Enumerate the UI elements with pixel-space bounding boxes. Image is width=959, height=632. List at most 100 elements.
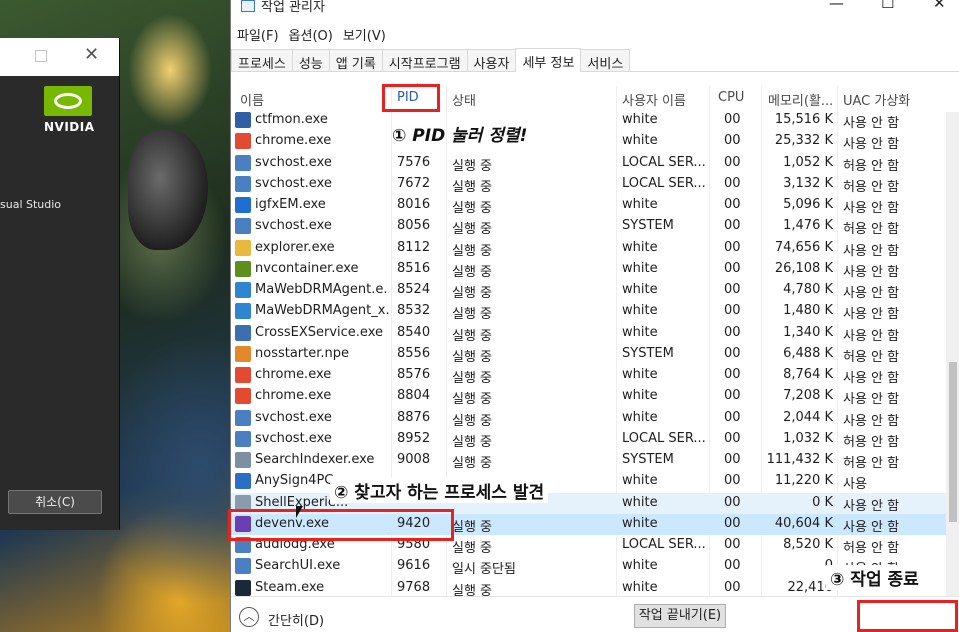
cell-user: LOCAL SER...: [622, 154, 706, 170]
column-header-uac[interactable]: UAC 가상화: [843, 90, 910, 109]
table-row[interactable]: svchost.exe 8952 실행 중 LOCAL SER... 00 1,032 K…: [231, 429, 946, 450]
cell-name: svchost.exe: [255, 430, 332, 446]
svchost-icon: [235, 175, 251, 192]
nvidia-brand-text: NVIDIA: [44, 120, 95, 134]
cell-memory: 2,044 K: [783, 409, 833, 425]
cell-cpu: 00: [724, 579, 741, 595]
minimize-button[interactable]: —: [829, 0, 844, 12]
end-task-button[interactable]: 작업 끝내기(E): [634, 604, 726, 628]
table-row[interactable]: svchost.exe 8876 실행 중 white 00 2,044 K 사용 안 함: [231, 408, 946, 429]
column-header-name[interactable]: 이름: [240, 90, 264, 109]
table-row[interactable]: svchost.exe 7672 실행 중 LOCAL SER... 00 3,132 K…: [231, 174, 946, 195]
parrot-beak-shape: [128, 130, 208, 250]
cell-cpu: 00: [724, 367, 741, 382]
cell-cpu: 00: [724, 452, 741, 467]
cell-memory: 15,516 K: [774, 112, 833, 127]
table-row[interactable]: explorer.exe 8112 실행 중 white 00 74,656 K 사용 안 …: [231, 238, 946, 259]
column-header-cpu[interactable]: CPU: [718, 90, 744, 105]
tab-details[interactable]: 세부 정보: [515, 48, 582, 72]
cell-uac: 허용 안 함: [843, 434, 900, 450]
cell-status: 실행 중: [452, 456, 493, 471]
tab-startup[interactable]: 시작프로그램: [381, 49, 468, 72]
table-row[interactable]: nosstarter.npe 8556 실행 중 SYSTEM 00 6,488 K 허용 …: [231, 344, 946, 365]
cell-pid: 8516: [397, 260, 431, 276]
cell-pid: 8576: [397, 367, 431, 382]
cell-user: white: [622, 260, 658, 276]
cell-name: ctfmon.exe: [255, 112, 328, 127]
svchost-icon: [235, 154, 251, 171]
cell-user: white: [622, 303, 658, 319]
cell-status: 실행 중: [452, 434, 493, 450]
cell-cpu: 00: [724, 324, 741, 340]
close-button[interactable]: ✕: [933, 0, 946, 12]
cell-user: white: [622, 282, 658, 297]
tab-performance[interactable]: 성능: [291, 49, 330, 72]
cell-status: 실행 중: [452, 264, 493, 280]
cell-memory: 111,432 K: [766, 452, 833, 467]
cell-name: SearchIndexer.exe: [255, 452, 375, 467]
maximize-button[interactable]: ☐: [881, 0, 894, 12]
cell-pid: 8524: [397, 282, 431, 297]
cell-pid: 8952: [397, 430, 431, 446]
column-header-memory[interactable]: 메모리(활...: [768, 90, 833, 109]
cell-cpu: 00: [724, 282, 741, 297]
annotation-step3: ③ 작업 종료: [826, 565, 923, 590]
vertical-scrollbar[interactable]: [946, 112, 959, 596]
table-row[interactable]: svchost.exe 8056 실행 중 SYSTEM 00 1,476 K 허용 안 함: [231, 216, 946, 237]
table-row[interactable]: SearchIndexer.exe 9008 실행 중 SYSTEM 00 111,432…: [231, 450, 946, 471]
tab-processes[interactable]: 프로세스: [231, 49, 293, 72]
footer-bar: ︿ 간단히(D): [231, 596, 959, 632]
cell-cpu: 00: [724, 473, 741, 489]
table-row[interactable]: nvcontainer.exe 8516 실행 중 white 00 26,108 K 사용…: [231, 259, 946, 280]
service-icon: [235, 324, 251, 341]
cell-name: chrome.exe: [255, 388, 332, 404]
table-row[interactable]: chrome.exe 8576 실행 중 white 00 8,764 K 사용 안 함: [231, 365, 946, 386]
tab-users[interactable]: 사용자: [466, 49, 517, 72]
cell-pid: 8804: [397, 388, 431, 404]
column-header-user[interactable]: 사용자 이름: [622, 90, 686, 109]
installer-close-button[interactable]: ✕: [84, 44, 99, 65]
cell-memory: 8,520 K: [783, 537, 833, 552]
table-row[interactable]: CrossEXService.exe 8540 실행 중 white 00 1,340 K…: [231, 323, 946, 344]
cell-cpu: 00: [724, 197, 741, 212]
less-details-link[interactable]: 간단히(D): [268, 610, 324, 629]
tab-app-history[interactable]: 앱 기록: [328, 49, 383, 72]
cell-user: LOCAL SER...: [622, 430, 706, 446]
menu-options[interactable]: 옵션(O): [289, 25, 333, 44]
table-row[interactable]: svchost.exe 7576 실행 중 LOCAL SER... 00 1,052 K…: [231, 153, 946, 174]
scrollbar-thumb[interactable]: [949, 362, 957, 522]
cell-pid: 7576: [397, 154, 431, 170]
explorer-icon: [235, 239, 251, 256]
cell-name: Steam.exe: [255, 579, 325, 595]
menu-file[interactable]: 파일(F): [237, 25, 279, 44]
cell-uac: 사용 안 함: [843, 264, 900, 280]
highlight-end-task-button: [857, 600, 958, 632]
installer-titlebar: ✕: [0, 38, 119, 76]
cell-user: white: [622, 324, 658, 340]
cell-cpu: 00: [724, 515, 741, 531]
cell-cpu: 00: [724, 112, 741, 127]
table-row[interactable]: chrome.exe white 00 25,332 K 사용 안 함: [231, 131, 946, 152]
installer-component-text: sual Studio: [0, 198, 62, 211]
cell-name: MaWebDRMAgent.e...: [255, 282, 389, 297]
menu-view[interactable]: 보기(V): [343, 25, 386, 44]
installer-cancel-button[interactable]: 취소(C): [8, 490, 102, 514]
searchui-icon: [235, 558, 251, 575]
installer-maximize-button[interactable]: [35, 50, 47, 62]
cell-memory: 11,220 K: [774, 473, 833, 489]
tab-services[interactable]: 서비스: [580, 49, 631, 72]
table-row[interactable]: MaWebDRMAgent.e... 8524 실행 중 white 00 4,780 K…: [231, 280, 946, 301]
table-row[interactable]: igfxEM.exe 8016 실행 중 white 00 5,096 K 사용 안 함: [231, 195, 946, 216]
table-row[interactable]: MaWebDRMAgent_x... 8532 실행 중 white 00 1,480 K…: [231, 301, 946, 322]
column-header-status[interactable]: 상태: [452, 90, 476, 109]
cell-memory: 1,052 K: [783, 154, 833, 170]
cell-user: white: [622, 515, 658, 531]
cell-cpu: 00: [724, 494, 741, 510]
table-row[interactable]: chrome.exe 8804 실행 중 white 00 7,208 K 사용 안 함: [231, 386, 946, 407]
chevron-up-icon[interactable]: ︿: [239, 607, 259, 627]
drm-agent-icon: [235, 282, 251, 298]
table-row[interactable]: ctfmon.exe white 00 15,516 K 사용 안 함: [231, 112, 946, 131]
cell-memory: 1,032 K: [783, 430, 833, 446]
cell-memory: 26,108 K: [774, 260, 833, 276]
cell-pid: 8112: [397, 239, 431, 255]
